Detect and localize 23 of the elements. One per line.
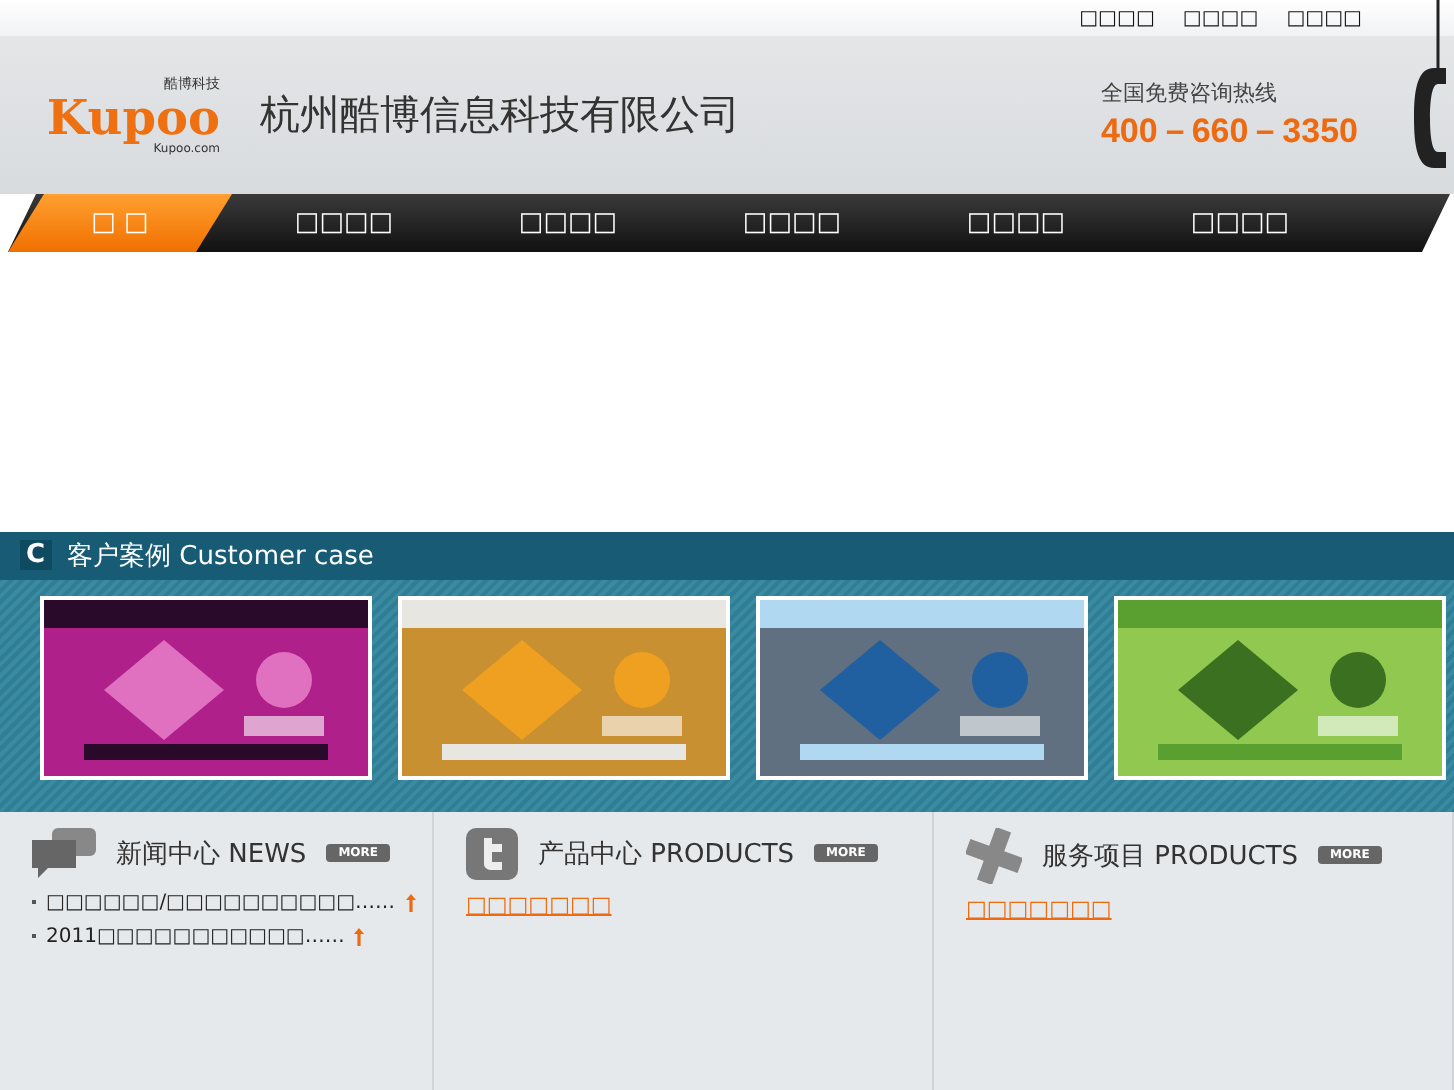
section-title: 新闻中心 NEWS xyxy=(116,837,307,871)
section-badge: C xyxy=(20,540,52,570)
up-arrow-icon xyxy=(405,893,416,911)
hotline-number: 400－660－3350 xyxy=(1100,109,1358,153)
hotline-label: 全国免费咨询热线 xyxy=(1100,77,1279,107)
nav-tab[interactable]: □□□□ xyxy=(1128,194,1352,252)
section-title: 客户案例 Customer case xyxy=(67,539,374,573)
top-link[interactable]: □□□□ xyxy=(1079,7,1155,29)
cross-icon xyxy=(966,827,1022,883)
company-name: 杭州酷博信息科技有限公司 xyxy=(260,88,742,142)
nav-tab[interactable]: □□□□ xyxy=(456,194,680,252)
nav-tab[interactable]: □□□□ xyxy=(904,194,1128,252)
nav-tab[interactable]: □□□□ xyxy=(680,194,904,252)
logo: Kupoo xyxy=(46,94,220,142)
nav-tab[interactable]: □□□□ xyxy=(232,194,456,252)
section-title: 服务项目 PRODUCTS xyxy=(1042,839,1299,873)
news-link[interactable]: 2011□□□□□□□□□□□…… xyxy=(46,925,345,947)
up-arrow-icon xyxy=(354,927,365,945)
news-link[interactable]: □□□□□□/□□□□□□□□□□…… xyxy=(46,891,396,913)
top-link[interactable]: □□□□ xyxy=(1286,7,1362,29)
section-title: 产品中心 PRODUCTS xyxy=(538,837,795,871)
top-link[interactable]: □□□□ xyxy=(1182,7,1259,29)
speech-bubbles-icon xyxy=(32,827,96,879)
